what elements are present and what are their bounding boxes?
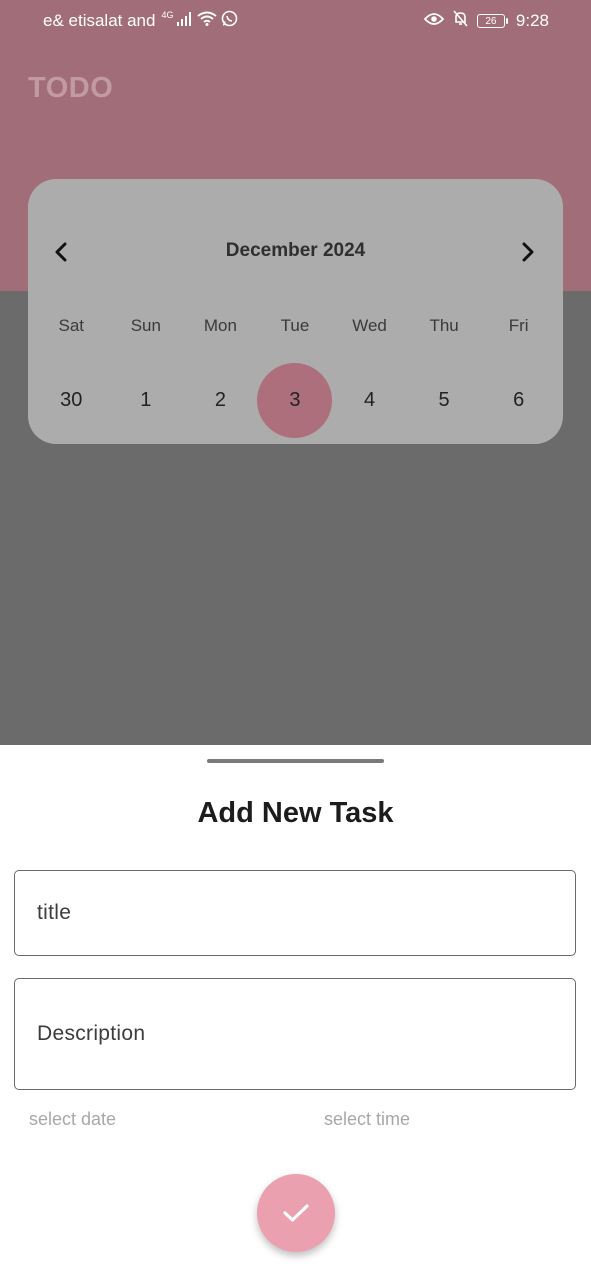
status-bar: e& etisalat and 4G 26 9:28	[0, 0, 591, 40]
calendar-day[interactable]: 6	[481, 362, 556, 438]
signal-icon	[177, 11, 193, 31]
weekday-label: Mon	[203, 316, 237, 335]
add-task-bottom-sheet: Add New Task title Description select da…	[0, 745, 591, 1280]
title-input-placeholder: title	[37, 901, 72, 924]
battery-icon: 26	[476, 14, 508, 28]
sheet-title: Add New Task	[197, 797, 394, 829]
status-left: e& etisalat and 4G	[43, 10, 238, 32]
calendar-card: December 2024 Sat Sun Mon Tue Wed Thu Fr…	[28, 179, 563, 444]
whatsapp-icon	[221, 10, 238, 32]
calendar-day-selected[interactable]: 3	[257, 362, 333, 438]
description-input[interactable]: Description	[14, 978, 576, 1090]
title-input[interactable]: title	[14, 870, 576, 956]
weekday-label: Fri	[508, 316, 529, 335]
calendar-day[interactable]: 4	[332, 362, 407, 438]
weekday-label: Sat	[58, 316, 85, 335]
next-month-button[interactable]	[513, 237, 543, 267]
wifi-icon	[197, 11, 218, 31]
confirm-task-button[interactable]	[257, 1174, 335, 1252]
app-title: TODO	[28, 72, 114, 104]
calendar-day[interactable]: 2	[183, 362, 258, 438]
weekday-label: Tue	[280, 316, 310, 335]
battery-level: 26	[476, 14, 505, 28]
chevron-right-icon	[522, 242, 534, 262]
select-date-button[interactable]: select date	[29, 1109, 116, 1130]
weekday-label: Wed	[352, 316, 387, 335]
sheet-drag-handle[interactable]	[207, 759, 384, 763]
calendar-month-label: December 2024	[225, 240, 366, 261]
bell-off-icon	[452, 10, 469, 32]
weekday-label: Thu	[429, 316, 459, 335]
calendar-weekdays: Sat Sun Mon Tue Wed Thu Fri	[34, 316, 556, 336]
carrier-name: e& etisalat and	[43, 11, 156, 30]
status-right: 26 9:28	[423, 10, 549, 32]
description-input-placeholder: Description	[37, 1022, 146, 1045]
calendar-days: 30 1 2 3 4 5 6	[34, 362, 556, 438]
calendar-day[interactable]: 30	[34, 362, 109, 438]
calendar-day[interactable]: 5	[407, 362, 482, 438]
weekday-label: Sun	[130, 316, 161, 335]
check-icon	[283, 1204, 309, 1222]
eye-icon	[423, 11, 445, 31]
select-time-button[interactable]: select time	[324, 1109, 410, 1130]
calendar-day[interactable]: 1	[109, 362, 184, 438]
clock-time: 9:28	[515, 11, 549, 30]
network-type: 4G	[161, 10, 174, 20]
